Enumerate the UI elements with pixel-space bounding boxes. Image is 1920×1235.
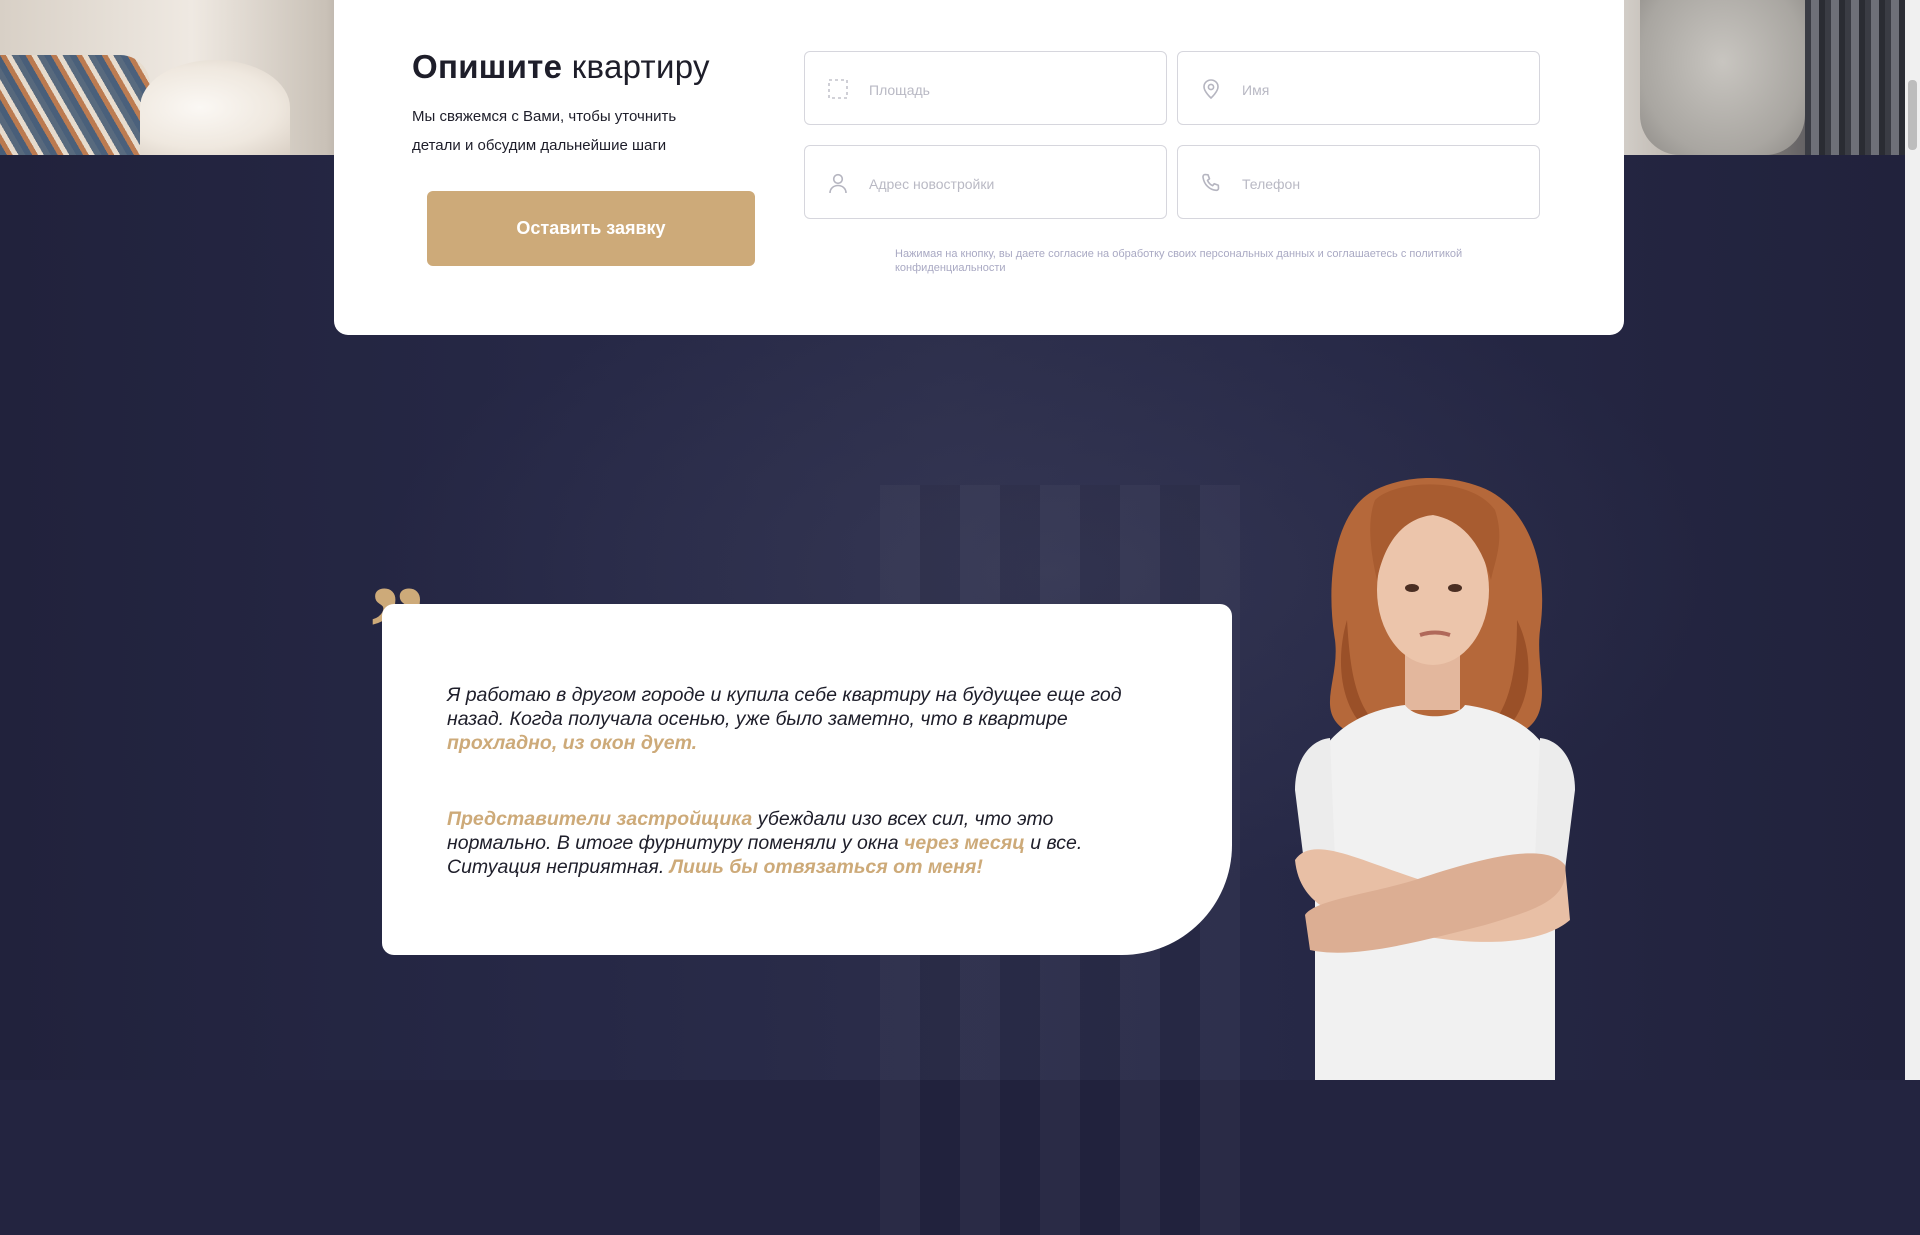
sofa-photo xyxy=(1640,0,1805,155)
phone-icon xyxy=(1202,173,1220,192)
area-dashed-square-icon xyxy=(828,79,848,99)
woman-portrait xyxy=(1295,478,1575,1080)
name-field[interactable] xyxy=(1177,51,1540,125)
phone-input[interactable] xyxy=(1240,166,1524,202)
name-input[interactable] xyxy=(1240,72,1524,108)
area-input[interactable] xyxy=(867,72,1151,108)
address-field[interactable] xyxy=(804,145,1167,219)
testimonial-bubble: Я работаю в другом городе и купила себе … xyxy=(382,604,1232,955)
apartment-form-card: Опишите квартиру Мы свяжемся с Вами, что… xyxy=(334,0,1624,335)
user-icon xyxy=(829,173,847,194)
phone-field[interactable] xyxy=(1177,145,1540,219)
area-field[interactable] xyxy=(804,51,1167,125)
testimonial-paragraph-2: Представители застройщика убеждали изо в… xyxy=(447,808,1083,878)
map-pin-icon xyxy=(1203,79,1219,100)
submit-request-button[interactable]: Оставить заявку xyxy=(427,191,755,266)
form-title: Опишите квартиру xyxy=(412,48,710,85)
blanket-photo xyxy=(0,55,150,155)
page-scrollbar[interactable] xyxy=(1905,0,1920,1080)
consent-text: Нажимая на кнопку, вы даете согласие на … xyxy=(895,248,1463,274)
form-subtitle: Мы свяжемся с Вами, чтобы уточнить детал… xyxy=(412,108,677,154)
scrollbar-thumb[interactable] xyxy=(1908,80,1917,150)
testimonial-paragraph-1: Я работаю в другом городе и купила себе … xyxy=(447,684,1122,754)
window-photo xyxy=(1805,0,1920,155)
fur-pillow-photo xyxy=(140,60,290,155)
address-input[interactable] xyxy=(867,166,1151,202)
